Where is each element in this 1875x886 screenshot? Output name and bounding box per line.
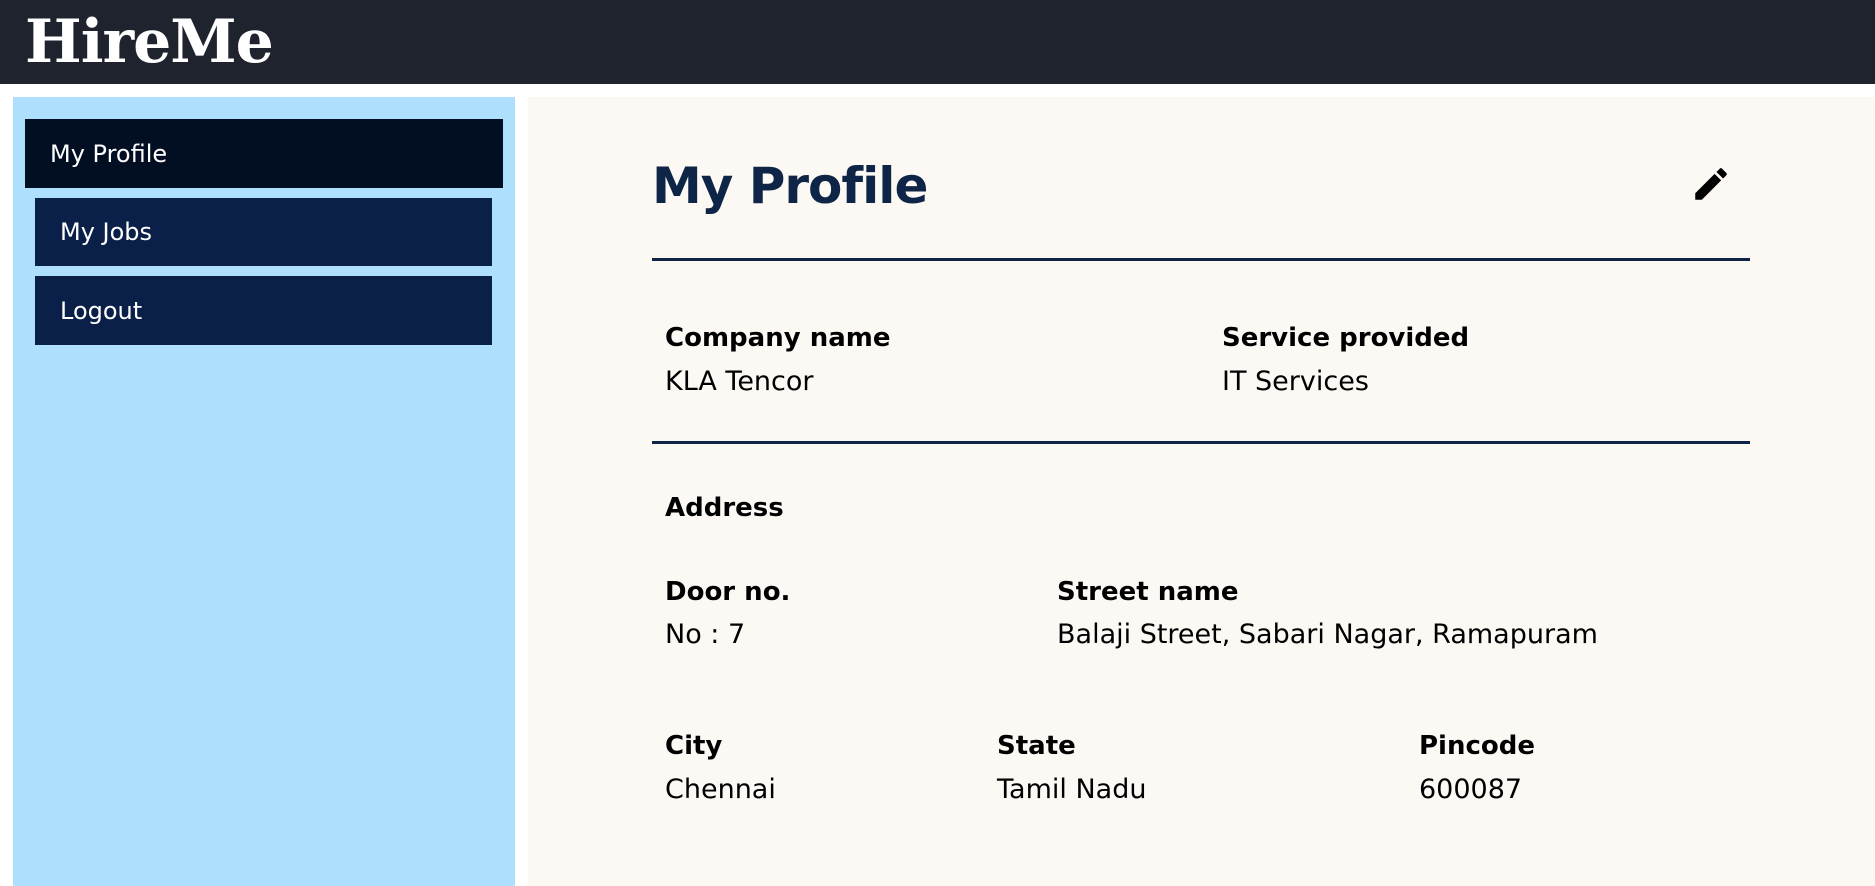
sidebar-item-logout[interactable]: Logout xyxy=(35,276,492,345)
address-heading: Address xyxy=(665,493,784,523)
sidebar-item-label: My Profile xyxy=(50,139,168,168)
pincode-value: 600087 xyxy=(1419,774,1523,805)
street-name-value: Balaji Street, Sabari Nagar, Ramapuram xyxy=(1057,619,1598,650)
street-name-label: Street name xyxy=(1057,577,1239,607)
sidebar: My Profile My Jobs Logout xyxy=(13,97,515,886)
state-label: State xyxy=(997,731,1076,761)
door-no-value: No : 7 xyxy=(665,619,746,650)
section-divider xyxy=(652,441,1750,444)
title-divider xyxy=(652,258,1750,261)
sidebar-item-label: Logout xyxy=(60,296,143,325)
sidebar-item-label: My Jobs xyxy=(60,218,153,246)
profile-panel: My Profile Company name KLA Tencor Servi… xyxy=(528,97,1875,886)
city-label: City xyxy=(665,731,723,761)
company-name-label: Company name xyxy=(665,323,891,353)
pincode-label: Pincode xyxy=(1419,731,1535,761)
city-value: Chennai xyxy=(665,774,776,805)
sidebar-item-my-jobs[interactable]: My Jobs xyxy=(35,198,492,266)
state-value: Tamil Nadu xyxy=(997,774,1147,805)
door-no-label: Door no. xyxy=(665,577,791,607)
service-provided-label: Service provided xyxy=(1222,323,1470,353)
pencil-icon[interactable] xyxy=(1690,163,1732,205)
page-title: My Profile xyxy=(652,157,928,215)
top-bar: HireMe xyxy=(0,0,1875,84)
company-name-value: KLA Tencor xyxy=(665,366,814,397)
sidebar-item-my-profile[interactable]: My Profile xyxy=(25,119,503,188)
service-provided-value: IT Services xyxy=(1222,366,1369,397)
brand-logo[interactable]: HireMe xyxy=(25,4,274,80)
